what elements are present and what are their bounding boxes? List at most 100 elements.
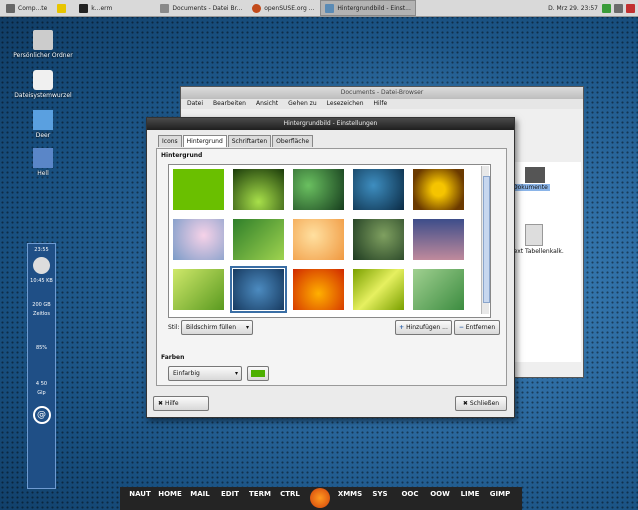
- taskbar-label: k...erm: [91, 4, 113, 12]
- wallpaper-thumb[interactable]: [173, 269, 224, 310]
- wallpaper-thumb[interactable]: [413, 169, 464, 210]
- wallpaper-thumb[interactable]: [353, 219, 404, 260]
- menu-item[interactable]: Lesezeichen: [327, 99, 364, 109]
- network-icon[interactable]: [602, 3, 611, 13]
- desktop-icon-filesystem[interactable]: Dateisystemwurzel: [11, 70, 75, 99]
- taskbar-item-terminal[interactable]: k...erm: [75, 1, 116, 15]
- file-view: Dokumente Text Tabellenkalk.: [511, 162, 581, 362]
- wallpaper-thumb[interactable]: [353, 269, 404, 310]
- firefox-icon[interactable]: [310, 488, 330, 508]
- wallpaper-thumb[interactable]: [353, 169, 404, 210]
- wallpaper-thumb[interactable]: [173, 169, 224, 210]
- add-button[interactable]: + Hinzufügen ...: [395, 320, 452, 335]
- tab-icons[interactable]: Icons: [158, 135, 182, 147]
- menu-item[interactable]: Gehen zu: [288, 99, 317, 109]
- clock[interactable]: D. Mrz 29. 23:57: [544, 1, 602, 15]
- wallpaper-thumb-selected[interactable]: [230, 266, 287, 313]
- launcher-bar: NAUT HOME MAIL EDIT TERM CTRL XMMS SYS O…: [120, 487, 522, 510]
- remove-button[interactable]: − Entfernen: [454, 320, 500, 335]
- file-label[interactable]: Text Tabellenkalk.: [511, 248, 564, 255]
- desktop-icon-hell[interactable]: Hell: [11, 148, 75, 177]
- monitor-line: 23:55: [34, 247, 49, 253]
- tab-fonts[interactable]: Schriftarten: [227, 135, 272, 147]
- launcher-mail[interactable]: MAIL: [185, 490, 215, 498]
- taskbar-label: Hintergrundbild - Einst...: [337, 4, 411, 12]
- volume-icon[interactable]: [614, 3, 623, 13]
- desktop-icon-label: Persönlicher Ordner: [13, 52, 73, 59]
- wallpaper-thumb[interactable]: [413, 269, 464, 310]
- menu-item[interactable]: Ansicht: [256, 99, 278, 109]
- launcher-sys[interactable]: SYS: [365, 490, 395, 498]
- launcher-xmms[interactable]: XMMS: [335, 490, 365, 498]
- wallpaper-thumb[interactable]: [233, 219, 284, 260]
- taskbar-label: openSUSE.org ...: [264, 4, 315, 12]
- document-icon[interactable]: [525, 224, 543, 246]
- desktop-icon-home[interactable]: Persönlicher Ordner: [11, 30, 75, 59]
- folder-icon: [33, 110, 53, 130]
- file-label[interactable]: Dokumente: [511, 184, 550, 191]
- computer-icon: [6, 3, 15, 13]
- launcher-home[interactable]: HOME: [155, 490, 185, 498]
- wallpaper-thumb[interactable]: [233, 169, 284, 210]
- desktop-icon-deer[interactable]: Deer: [11, 110, 75, 139]
- wallpaper-thumb[interactable]: [293, 269, 344, 310]
- wallpaper-thumb[interactable]: [293, 219, 344, 260]
- section-label: Hintergrund: [161, 152, 203, 159]
- grid-scrollbar[interactable]: [481, 166, 490, 314]
- taskbar-label: Documents - Datei Br...: [172, 4, 243, 12]
- wallpaper-thumb[interactable]: [293, 169, 344, 210]
- monitor-line: 10:45 KB: [30, 278, 53, 284]
- taskbar-item-wallpaper[interactable]: Hintergrundbild - Einst...: [320, 0, 416, 16]
- scrollbar-thumb[interactable]: [483, 176, 490, 303]
- monitor-line: Glp: [37, 390, 46, 396]
- minus-icon: −: [458, 324, 464, 331]
- launcher-term[interactable]: TERM: [245, 490, 275, 498]
- wallpaper-thumb[interactable]: [173, 219, 224, 260]
- terminal-icon: [79, 3, 89, 13]
- menu-item[interactable]: Datei: [187, 99, 203, 109]
- dialog-title[interactable]: Hintergrundbild - Einstellungen: [147, 118, 514, 130]
- desktop-icon-label: Deer: [35, 132, 51, 139]
- close-button[interactable]: ✖ Schließen: [455, 396, 507, 411]
- help-icon: ✖: [158, 400, 164, 407]
- launcher-ooc[interactable]: OOC: [395, 490, 425, 498]
- menu-item[interactable]: Hilfe: [374, 99, 388, 109]
- email-icon[interactable]: @: [32, 406, 51, 424]
- colors-label: Farben: [161, 354, 185, 361]
- color-swatch: [251, 370, 265, 377]
- chevron-down-icon: ▾: [234, 370, 238, 377]
- taskbar-item-documents[interactable]: Documents - Datei Br...: [156, 1, 246, 15]
- folder-icon[interactable]: [525, 167, 545, 183]
- window-title[interactable]: Documents - Datei-Browser: [181, 87, 583, 99]
- taskbar-item-notes[interactable]: [53, 1, 73, 15]
- firefox-icon: [252, 3, 262, 13]
- menu-item[interactable]: Bearbeiten: [213, 99, 246, 109]
- power-icon[interactable]: [626, 3, 635, 13]
- tab-interface[interactable]: Oberfläche: [272, 135, 314, 147]
- notes-icon: [57, 3, 67, 13]
- launcher-lime[interactable]: LIME: [455, 490, 485, 498]
- launcher-oow[interactable]: OOW: [425, 490, 455, 498]
- launcher-naut[interactable]: NAUT: [125, 490, 155, 498]
- launcher-edit[interactable]: EDIT: [215, 490, 245, 498]
- wallpaper-thumb[interactable]: [413, 219, 464, 260]
- desktop-icon-label: Dateisystemwurzel: [14, 92, 72, 99]
- close-icon: ✖: [462, 400, 468, 407]
- drive-icon: [33, 70, 53, 90]
- monitor-line: 4 50: [35, 381, 48, 387]
- launcher-ctrl[interactable]: CTRL: [275, 490, 305, 498]
- tab-background[interactable]: Hintergrund: [182, 135, 227, 147]
- style-select[interactable]: Bildschirm füllen ▾: [181, 320, 253, 335]
- tab-bar: Icons Hintergrund Schriftarten Oberfläch…: [147, 130, 514, 147]
- plus-icon: +: [399, 324, 405, 331]
- taskbar-item-computer[interactable]: Comp...te: [2, 1, 51, 15]
- taskbar-item-browser[interactable]: openSUSE.org ...: [248, 1, 318, 15]
- color-mode-select[interactable]: Einfarbig ▾: [168, 366, 242, 381]
- folder-icon: [33, 148, 53, 168]
- color-picker-button[interactable]: [247, 366, 269, 381]
- background-panel: Hintergrund Stil: Bildschirm füllen ▾ + H…: [156, 148, 507, 386]
- launcher-gimp[interactable]: GIMP: [485, 490, 515, 498]
- wallpaper-dialog: Hintergrundbild - Einstellungen Icons Hi…: [146, 117, 515, 418]
- help-button[interactable]: ✖ Hilfe: [153, 396, 209, 411]
- desktop-icon-label: Hell: [37, 170, 49, 177]
